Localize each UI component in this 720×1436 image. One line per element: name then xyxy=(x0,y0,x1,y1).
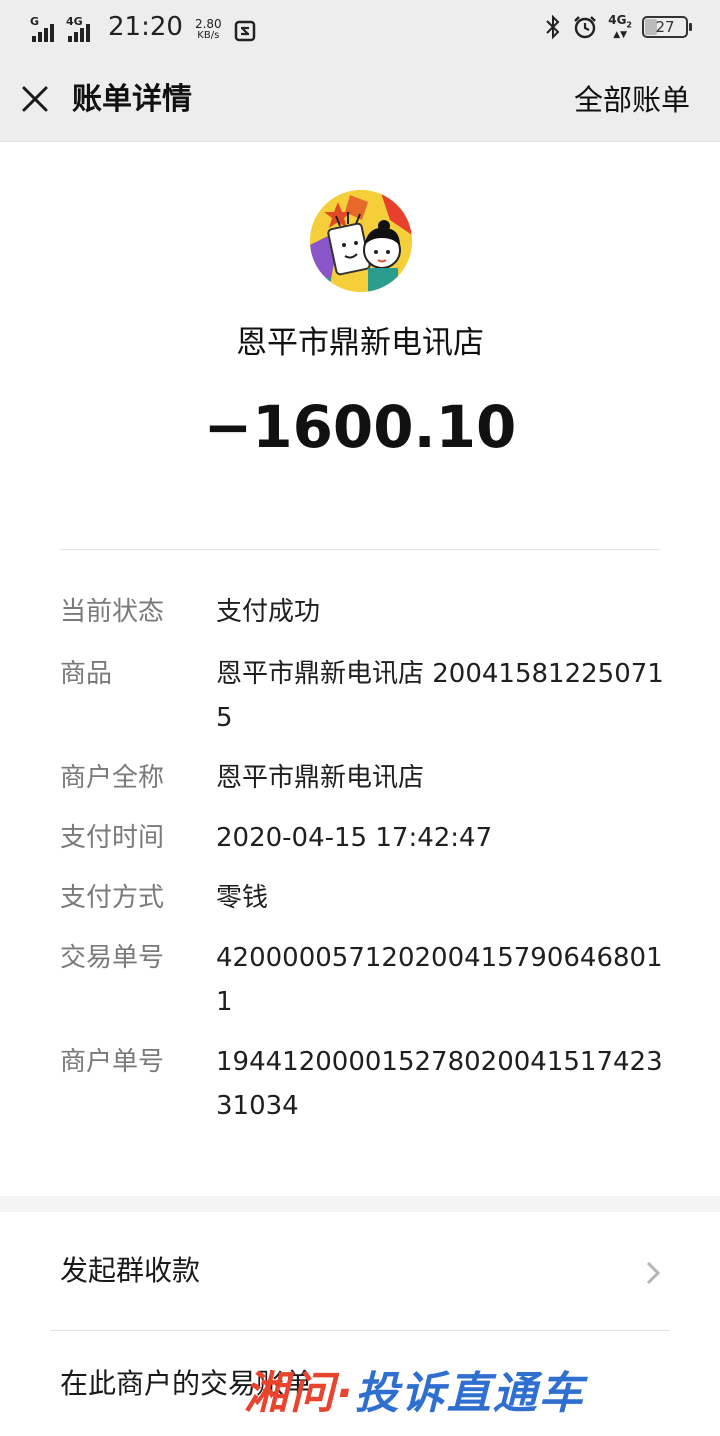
detail-label: 支付方式 xyxy=(60,883,165,913)
close-icon[interactable] xyxy=(20,84,50,114)
detail-value: 恩平市鼎新电讯店 200415812250715 xyxy=(216,659,664,733)
payment-amount: −1600.10 xyxy=(203,393,517,461)
detail-value: 零钱 xyxy=(216,883,269,913)
battery-level: 27 xyxy=(655,18,675,37)
detail-label: 商户单号 xyxy=(60,1047,165,1077)
divider xyxy=(60,549,660,550)
merchant-avatar xyxy=(310,190,412,292)
net-speed-unit: KB/s xyxy=(197,30,220,41)
nav-bar: 账单详情 全部账单 xyxy=(0,56,720,142)
status-left: G 4G 21:20 2.80 KB/s xyxy=(30,12,256,42)
detail-label: 支付时间 xyxy=(60,823,165,853)
action-label: 发起群收款 xyxy=(60,1254,201,1287)
clock: 21:20 xyxy=(108,12,183,42)
all-bills-link[interactable]: 全部账单 xyxy=(574,80,690,120)
battery-icon: 27 xyxy=(642,16,692,39)
bluetooth-icon xyxy=(546,14,560,40)
network-type: 4G2 ▲▼ xyxy=(608,13,632,41)
page-title: 账单详情 xyxy=(72,82,192,117)
detail-value: 2020-04-15 17:42:47 xyxy=(216,823,493,853)
detail-label: 交易单号 xyxy=(60,943,165,973)
watermark-part2: 投诉直通车 xyxy=(354,1368,585,1419)
detail-value: 恩平市鼎新电讯店 xyxy=(216,763,425,793)
status-right: 4G2 ▲▼ 27 xyxy=(544,13,692,41)
status-bar: G 4G 21:20 2.80 KB/s 4G2 ▲▼ 27 xyxy=(0,0,720,56)
detail-value[interactable]: 194412000015278020041517423 31034 xyxy=(216,1040,666,1128)
chevron-right-icon xyxy=(646,1261,661,1285)
net-speed-value: 2.80 xyxy=(194,17,222,31)
group-collection-button[interactable]: 发起群收款 xyxy=(0,1212,720,1330)
screenshot-icon xyxy=(234,20,255,42)
network-type-sub: 2 xyxy=(626,20,632,30)
alarm-icon xyxy=(574,16,597,39)
avatar-image xyxy=(310,190,412,292)
detail-value[interactable]: 420000057120200415790646801 1 xyxy=(216,936,666,1024)
detail-value: 支付成功 xyxy=(216,597,321,627)
net-speed: 2.80 KB/s xyxy=(195,18,222,42)
network-type-label: 4G xyxy=(608,13,627,27)
detail-label: 当前状态 xyxy=(60,597,165,627)
watermark-part1: 湘问· xyxy=(244,1368,355,1419)
section-separator xyxy=(0,1196,720,1212)
detail-label: 商户全称 xyxy=(60,763,165,793)
detail-label: 商品 xyxy=(60,659,113,689)
signal-icon: G xyxy=(30,16,60,42)
signal-icon: 4G xyxy=(66,16,98,42)
merchant-name: 恩平市鼎新电讯店 xyxy=(236,325,484,361)
watermark-logo: 湘问·投诉直通车 xyxy=(244,1366,714,1422)
